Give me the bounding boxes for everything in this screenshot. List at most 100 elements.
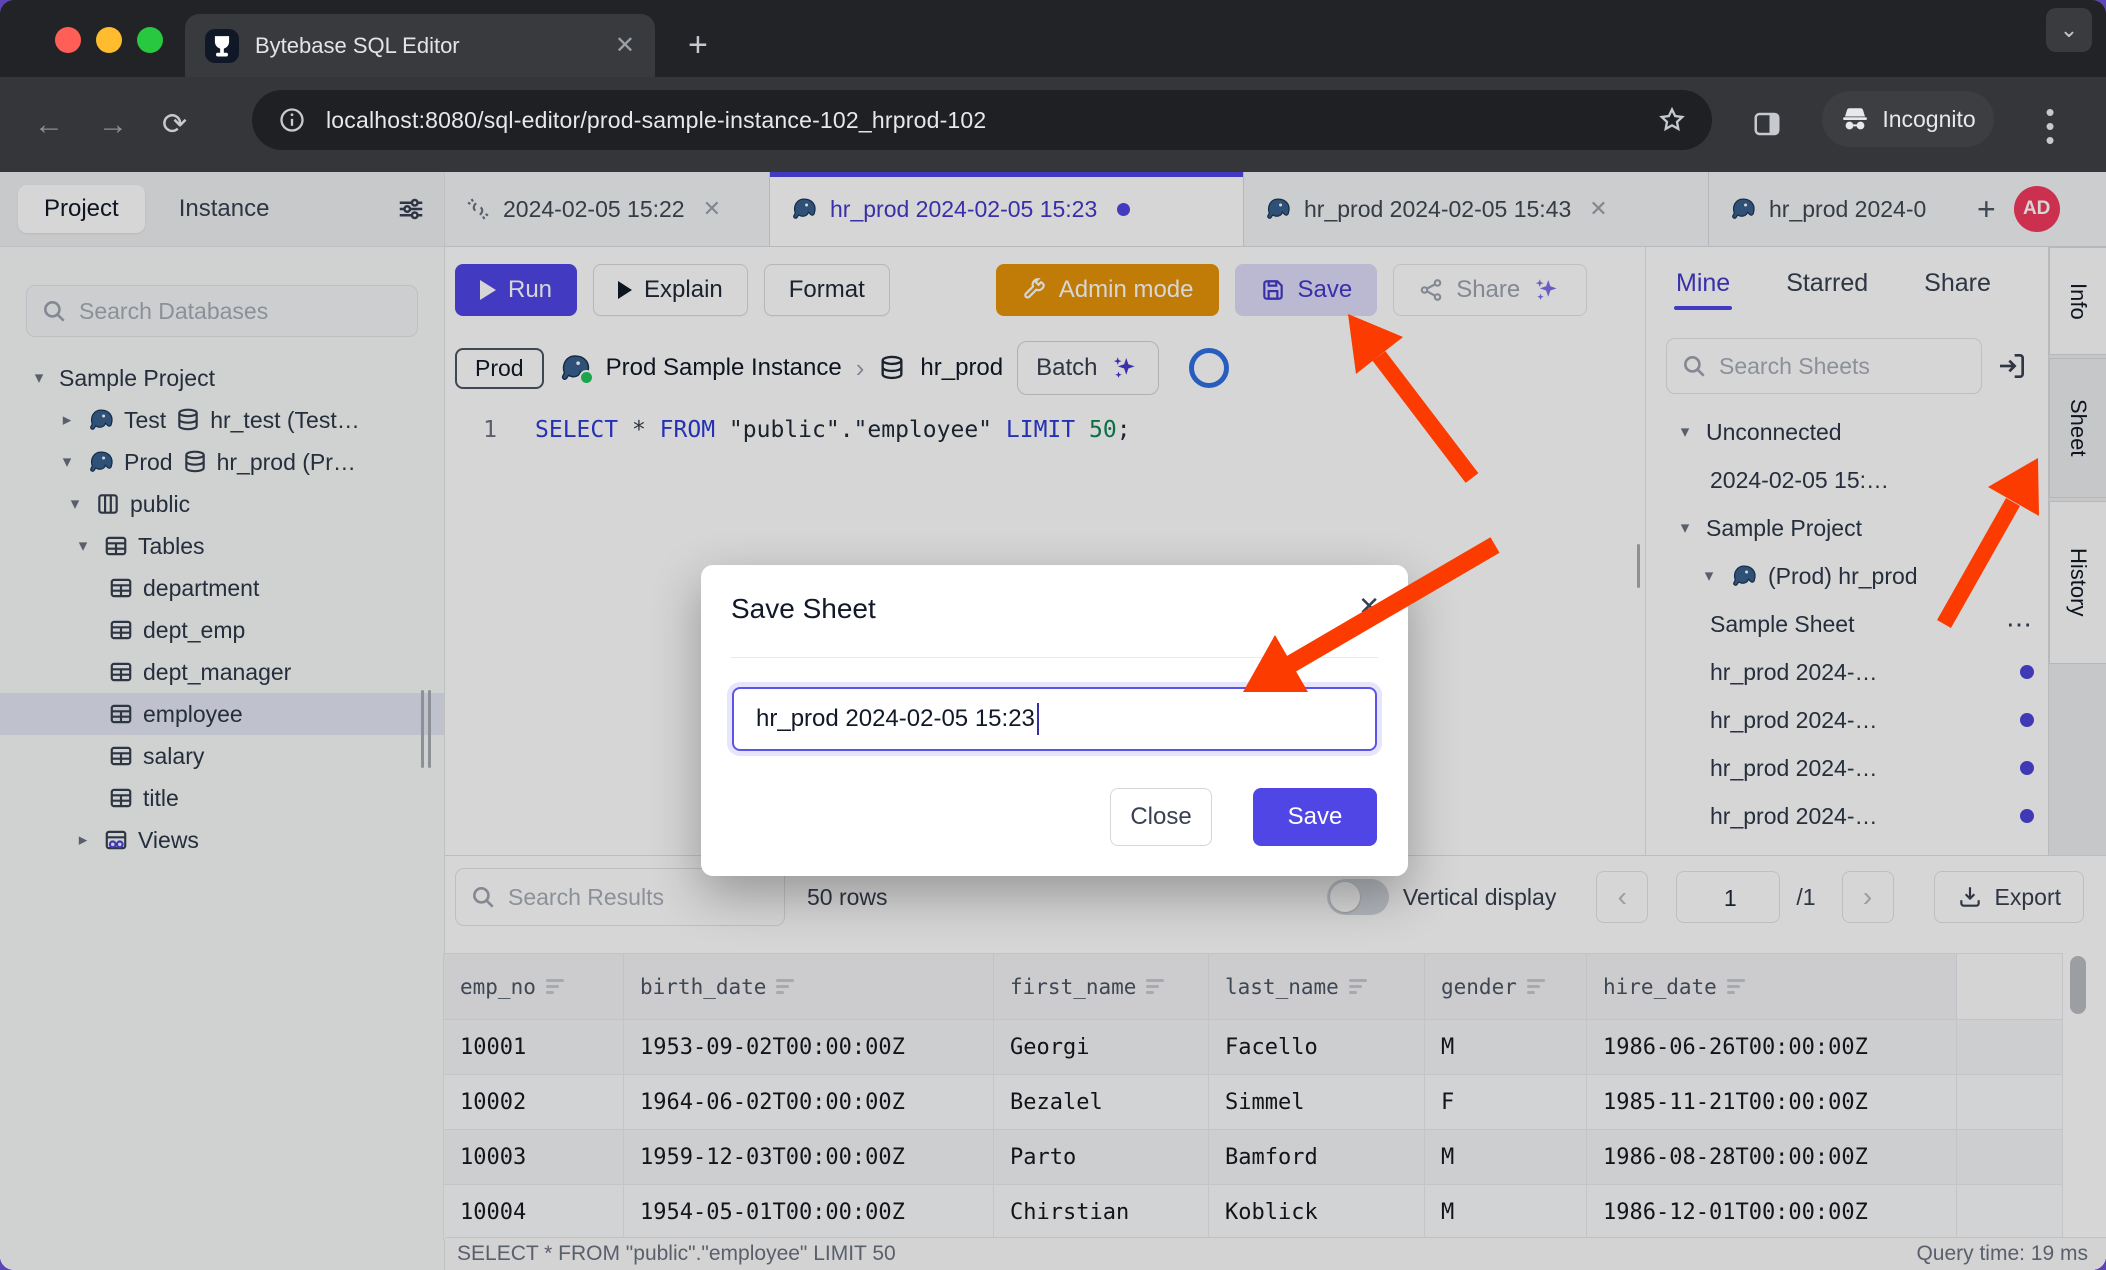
sidebar-resize-handle[interactable] (421, 690, 435, 773)
cell[interactable]: 1986-06-26T00:00:00Z (1587, 1020, 1957, 1075)
tab-share[interactable]: Share (1924, 269, 1991, 298)
results-scrollbar[interactable] (2070, 956, 2086, 1210)
tree-tables-row[interactable]: ▾ Tables (0, 525, 444, 567)
sql-editor-line[interactable]: 1 SELECT * FROM "public"."employee" LIMI… (445, 410, 1645, 450)
worksheet-tab-active[interactable]: hr_prod 2024-02-05 15:23 (770, 172, 1244, 246)
close-tab-icon[interactable]: ✕ (703, 196, 721, 222)
new-tab-button[interactable]: + (688, 28, 708, 62)
tree-project-row[interactable]: ▾ Sample Project (0, 357, 444, 399)
caret-down-icon[interactable]: ▾ (72, 536, 94, 556)
format-button[interactable]: Format (764, 264, 890, 316)
sort-icon[interactable] (1527, 979, 1545, 994)
page-number-input[interactable] (1677, 872, 1783, 924)
prev-page-button[interactable]: ‹ (1596, 871, 1648, 923)
cell[interactable]: 1986-12-01T00:00:00Z (1587, 1185, 1957, 1240)
column-header[interactable]: emp_no (444, 954, 624, 1020)
tree-schema-row[interactable]: ▾ public (0, 483, 444, 525)
browser-menu-icon[interactable]: ••• (2040, 105, 2060, 147)
sheet-group-unconnected[interactable]: ▾ Unconnected (1646, 408, 2048, 456)
tree-table-row[interactable]: title (0, 777, 444, 819)
results-search[interactable] (455, 868, 785, 926)
caret-right-icon[interactable]: ▸ (72, 830, 94, 850)
batch-button[interactable]: Batch (1017, 341, 1158, 395)
sort-icon[interactable] (1727, 979, 1745, 994)
tree-views-row[interactable]: ▸ Views (0, 819, 444, 861)
tree-table-row-selected[interactable]: employee (0, 693, 444, 735)
cell[interactable]: Georgi (994, 1020, 1209, 1075)
cell[interactable]: 1953-09-02T00:00:00Z (624, 1020, 994, 1075)
dialog-close-button[interactable]: Close (1110, 788, 1212, 846)
share-button[interactable]: Share (1393, 264, 1587, 316)
tab-info[interactable]: Info (2049, 247, 2106, 355)
back-icon[interactable]: ← (34, 108, 64, 142)
cell[interactable]: 10004 (444, 1185, 624, 1240)
dialog-close-icon[interactable]: ✕ (1358, 591, 1380, 622)
user-avatar[interactable]: AD (2014, 186, 2060, 232)
tree-table-row[interactable]: dept_manager (0, 651, 444, 693)
tab-project[interactable]: Project (18, 185, 145, 233)
sheet-item[interactable]: 2024-02-05 15:… (1646, 456, 2048, 504)
tree-table-row[interactable]: dept_emp (0, 609, 444, 651)
sort-icon[interactable] (546, 979, 564, 994)
cell[interactable]: M (1425, 1130, 1587, 1185)
table-row[interactable]: 100011953-09-02T00:00:00ZGeorgiFacelloM1… (444, 1020, 2063, 1075)
cell[interactable]: Chirstian (994, 1185, 1209, 1240)
tab-mine[interactable]: Mine (1676, 269, 1730, 298)
minimize-window-button[interactable] (96, 27, 122, 53)
tree-table-row[interactable]: department (0, 567, 444, 609)
tree-database-row-test[interactable]: ▸ Test hr_test (Test… (0, 399, 444, 441)
database-search-input[interactable] (77, 297, 403, 326)
database-name[interactable]: hr_prod (920, 354, 1003, 382)
dialog-save-button[interactable]: Save (1253, 788, 1377, 846)
cell[interactable]: Facello (1209, 1020, 1425, 1075)
browser-tab[interactable]: Bytebase SQL Editor ✕ (185, 14, 655, 77)
cell[interactable]: F (1425, 1075, 1587, 1130)
next-page-button[interactable]: › (1842, 871, 1894, 923)
column-header[interactable]: hire_date (1587, 954, 1957, 1020)
table-row[interactable]: 100021964-06-02T00:00:00ZBezalelSimmelF1… (444, 1075, 2063, 1130)
cell[interactable]: 1986-08-28T00:00:00Z (1587, 1130, 1957, 1185)
cell[interactable]: Koblick (1209, 1185, 1425, 1240)
caret-right-icon[interactable]: ▸ (56, 410, 78, 430)
filter-sliders-icon[interactable] (396, 194, 426, 224)
side-panel-icon[interactable] (1752, 109, 1782, 139)
more-menu-icon[interactable]: ⋯ (2006, 609, 2034, 640)
table-row[interactable]: 100031959-12-03T00:00:00ZPartoBamfordM19… (444, 1130, 2063, 1185)
browser-tab-close-icon[interactable]: ✕ (615, 31, 635, 60)
cell[interactable]: Bamford (1209, 1130, 1425, 1185)
admin-mode-button[interactable]: Admin mode (996, 264, 1219, 316)
sort-icon[interactable] (1349, 979, 1367, 994)
sheet-group-project[interactable]: ▾ Sample Project (1646, 504, 2048, 552)
instance-name[interactable]: Prod Sample Instance (606, 354, 842, 382)
tab-sheet[interactable]: Sheet (2049, 358, 2106, 498)
close-window-button[interactable] (55, 27, 81, 53)
forward-icon[interactable]: → (98, 108, 128, 142)
caret-down-icon[interactable]: ▾ (28, 368, 50, 388)
cell[interactable]: Parto (994, 1130, 1209, 1185)
sheet-connection-row[interactable]: ▾ (Prod) hr_prod (1646, 552, 2048, 600)
column-header[interactable]: last_name (1209, 954, 1425, 1020)
cell[interactable]: Simmel (1209, 1075, 1425, 1130)
tab-starred[interactable]: Starred (1786, 269, 1868, 298)
tab-history[interactable]: History (2049, 501, 2106, 664)
column-header[interactable]: gender (1425, 954, 1587, 1020)
cell[interactable]: 10001 (444, 1020, 624, 1075)
cell[interactable]: M (1425, 1020, 1587, 1075)
cell[interactable]: 1959-12-03T00:00:00Z (624, 1130, 994, 1185)
sheet-item[interactable]: hr_prod 2024-… (1646, 744, 2048, 792)
tab-instance[interactable]: Instance (153, 185, 296, 233)
zoom-window-button[interactable] (137, 27, 163, 53)
worksheet-tab[interactable]: hr_prod 2024-02-05 15:43 ✕ (1244, 172, 1709, 246)
sheet-panel-resize-handle[interactable] (1637, 544, 1644, 593)
address-bar[interactable]: localhost:8080/sql-editor/prod-sample-in… (252, 90, 1712, 150)
tab-search-chevron-icon[interactable]: ⌄ (2046, 8, 2092, 52)
sheet-item[interactable]: Sample Sheet ⋯ (1646, 600, 2048, 648)
sheet-item[interactable]: hr_prod 2024-… (1646, 792, 2048, 840)
bookmark-star-icon[interactable] (1658, 106, 1686, 134)
close-tab-icon[interactable]: ✕ (1589, 196, 1607, 222)
tree-table-row[interactable]: salary (0, 735, 444, 777)
sheet-search-input[interactable] (1717, 352, 1967, 381)
scrollbar-thumb[interactable] (2070, 956, 2086, 1014)
table-row[interactable]: 100041954-05-01T00:00:00ZChirstianKoblic… (444, 1185, 2063, 1240)
cell[interactable]: M (1425, 1185, 1587, 1240)
